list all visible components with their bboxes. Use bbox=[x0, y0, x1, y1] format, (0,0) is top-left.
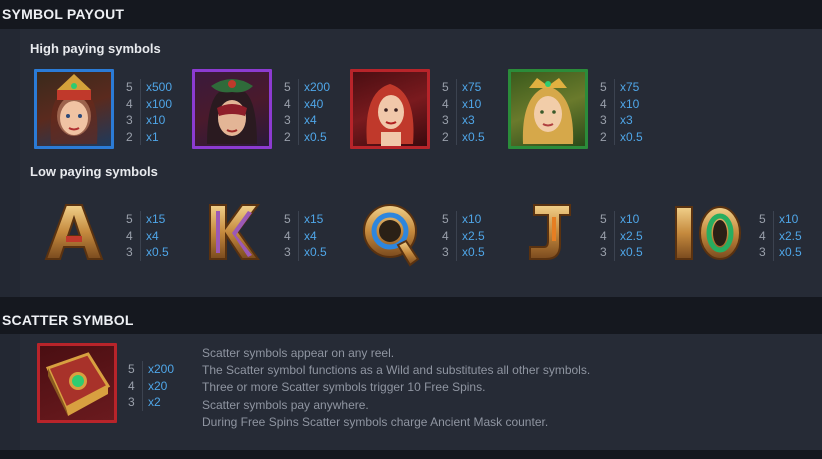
low-symbol-k bbox=[192, 193, 272, 273]
scatter-line: Scatter symbols pay anywhere. bbox=[202, 397, 369, 412]
payout-row: 5 x500 bbox=[126, 79, 173, 96]
payout-row: 3 x0.5 bbox=[442, 244, 485, 261]
payout-row: 5 x15 bbox=[126, 211, 166, 228]
high-symbol-blonde-woman bbox=[508, 69, 588, 149]
low-symbol-j bbox=[508, 193, 588, 273]
payout-row: 5 x75 bbox=[442, 79, 482, 96]
scatter-line: During Free Spins Scatter symbols charge… bbox=[202, 414, 549, 429]
low-symbol-10 bbox=[668, 193, 748, 273]
payout-row: 5 x10 bbox=[442, 211, 482, 228]
high-payout-3: 5 x75 4 x10 3 x3 2 x0.5 bbox=[600, 79, 643, 145]
low-payout-1: 5 x15 4 x4 3 x0.5 bbox=[284, 211, 327, 261]
payout-row: 3 x0.5 bbox=[126, 244, 169, 261]
payout-row: 4 x10 bbox=[442, 95, 482, 112]
low-symbol-a bbox=[34, 193, 114, 273]
scatter-line: The Scatter symbol functions as a Wild a… bbox=[202, 363, 591, 378]
letter-q-icon bbox=[363, 204, 420, 267]
payout-row: 4 x4 bbox=[284, 227, 317, 244]
warrior-queen-portrait bbox=[50, 74, 98, 144]
payout-row: 5 x75 bbox=[600, 79, 640, 96]
high-symbol-mask-woman bbox=[192, 69, 272, 149]
scatter-line: Scatter symbols appear on any reel. bbox=[202, 346, 395, 360]
payout-row: 3 x4 bbox=[284, 112, 317, 129]
ancient-book-icon bbox=[45, 352, 111, 416]
low-payout-4: 5 x10 4 x2.5 3 x0.5 bbox=[759, 211, 802, 261]
payout-row: 5 x10 bbox=[759, 211, 799, 228]
symbol-payout-title: SYMBOL PAYOUT bbox=[2, 6, 125, 22]
letter-j-icon bbox=[529, 204, 571, 260]
payout-row: 4 x20 bbox=[128, 377, 168, 394]
payout-row: 5 x15 bbox=[284, 211, 324, 228]
payout-row: 4 x100 bbox=[126, 95, 173, 112]
payout-row: 3 x3 bbox=[442, 112, 475, 129]
payout-row: 4 x2.5 bbox=[442, 227, 485, 244]
low-symbol-q bbox=[350, 193, 430, 273]
low-payout-0: 5 x15 4 x4 3 x0.5 bbox=[126, 211, 169, 261]
payout-row: 3 x3 bbox=[600, 112, 633, 129]
red-hair-woman-portrait bbox=[366, 84, 414, 146]
low-paying-title: Low paying symbols bbox=[30, 164, 158, 179]
scatter-line: Three or more Scatter symbols trigger 10… bbox=[202, 380, 486, 395]
payout-row: 3 x2 bbox=[128, 394, 161, 411]
blonde-woman-portrait bbox=[522, 78, 574, 144]
scatter-symbol-header: SCATTER SYMBOL bbox=[0, 306, 822, 334]
low-payout-3: 5 x10 4 x2.5 3 x0.5 bbox=[600, 211, 643, 261]
payout-row: 5 x10 bbox=[600, 211, 640, 228]
letter-a-icon bbox=[44, 204, 104, 260]
low-payout-2: 5 x10 4 x2.5 3 x0.5 bbox=[442, 211, 485, 261]
payout-row: 3 x0.5 bbox=[600, 244, 643, 261]
payout-row: 4 x2.5 bbox=[759, 227, 802, 244]
letter-k-icon bbox=[209, 204, 261, 260]
scatter-payout: 5 x200 4 x20 3 x2 bbox=[128, 361, 174, 411]
payout-row: 2 x0.5 bbox=[600, 128, 643, 145]
scatter-description: Scatter symbols appear on any reel. The … bbox=[202, 345, 590, 431]
payout-row: 4 x10 bbox=[600, 95, 640, 112]
payout-row: 4 x2.5 bbox=[600, 227, 643, 244]
high-symbol-red-hair-woman bbox=[350, 69, 430, 149]
high-payout-1: 5 x200 4 x40 3 x4 2 x0.5 bbox=[284, 79, 330, 145]
payout-row: 2 x0.5 bbox=[284, 128, 327, 145]
high-payout-0: 5 x500 4 x100 3 x10 2 x1 bbox=[126, 79, 172, 145]
high-paying-title: High paying symbols bbox=[30, 41, 161, 56]
high-symbol-warrior-queen bbox=[34, 69, 114, 149]
scatter-symbol-book bbox=[37, 343, 117, 423]
payout-row: 2 x1 bbox=[126, 128, 159, 145]
symbol-payout-header: SYMBOL PAYOUT bbox=[0, 0, 822, 28]
payout-row: 5 x200 bbox=[284, 79, 331, 96]
payout-row: 3 x0.5 bbox=[759, 244, 802, 261]
payout-row: 4 x4 bbox=[126, 227, 159, 244]
high-payout-2: 5 x75 4 x10 3 x3 2 x0.5 bbox=[442, 79, 485, 145]
payout-row: 4 x40 bbox=[284, 95, 324, 112]
number-10-icon bbox=[675, 206, 741, 260]
scatter-symbol-title: SCATTER SYMBOL bbox=[2, 312, 134, 328]
payout-row: 2 x0.5 bbox=[442, 128, 485, 145]
payout-row: 3 x10 bbox=[126, 112, 166, 129]
payout-row: 5 x200 bbox=[128, 361, 175, 378]
payout-row: 3 x0.5 bbox=[284, 244, 327, 261]
mask-woman-portrait bbox=[207, 79, 257, 144]
